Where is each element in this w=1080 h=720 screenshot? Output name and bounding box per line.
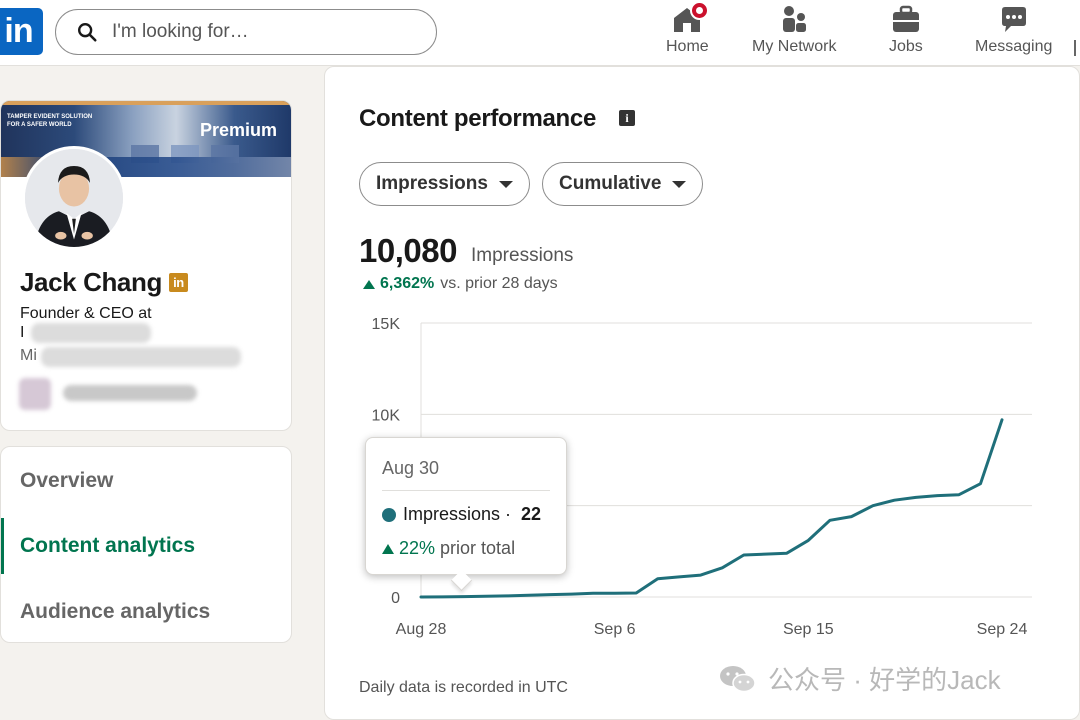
profile-headline: Founder & CEO at — [20, 305, 152, 322]
content-performance-panel: Content performance i Impressions Cumula… — [324, 66, 1080, 720]
search-icon — [78, 23, 97, 42]
network-icon — [778, 4, 810, 34]
redacted-company — [31, 323, 151, 343]
tooltip-date: Aug 30 — [382, 458, 440, 478]
impressions-line-chart[interactable]: 0 10K 15K Aug 28 Sep 6 Sep 15 Sep 24 — [325, 67, 1079, 667]
tooltip-delta-value: 22% — [399, 538, 436, 558]
top-navigation: in Home My Network — [0, 0, 1080, 66]
avatar[interactable] — [22, 146, 126, 250]
tooltip-series-name: Impressions — [403, 504, 501, 524]
search-input[interactable] — [112, 21, 412, 43]
analytics-side-nav: Overview Content analytics Audience anal… — [0, 446, 292, 643]
tooltip-delta-row: 22% prior total — [382, 538, 515, 559]
nav-jobs[interactable]: Jobs — [889, 4, 923, 62]
trend-up-icon — [382, 543, 394, 554]
y-tick-label: 10K — [372, 407, 401, 424]
home-icon — [671, 1, 710, 34]
x-tick-label: Sep 15 — [783, 621, 834, 638]
tooltip-series-value: 22 — [521, 504, 542, 524]
nav-my-network[interactable]: My Network — [752, 4, 836, 62]
premium-badge-icon: in — [168, 273, 188, 292]
notification-dot — [690, 1, 710, 20]
messaging-icon — [998, 4, 1030, 34]
series-dot-icon — [382, 507, 396, 522]
premium-label: Premium — [200, 120, 278, 140]
profile-name-text: Jack Chang — [20, 267, 162, 297]
y-tick-label: 0 — [391, 590, 400, 607]
profile-company: I — [20, 324, 25, 341]
redacted-company-name — [63, 385, 197, 401]
side-item-audience-analytics[interactable]: Audience analytics — [1, 584, 292, 640]
profile-card[interactable]: TAMPER EVIDENT SOLUTION FOR A SAFER WORL… — [0, 100, 292, 431]
nav-jobs-label: Jobs — [889, 38, 923, 55]
redacted-company-logo — [19, 378, 51, 410]
nav-my-network-label: My Network — [752, 38, 837, 55]
nav-home-label: Home — [666, 38, 709, 55]
nav-overflow-edge — [1074, 40, 1076, 56]
linkedin-logo[interactable]: in — [0, 8, 43, 55]
profile-location: Mi — [20, 347, 37, 364]
x-tick-label: Sep 24 — [977, 621, 1028, 638]
banner-text: TAMPER EVIDENT SOLUTION FOR A SAFER WORL… — [7, 114, 93, 128]
profile-name[interactable]: Jack Chang in — [20, 267, 188, 298]
watermark-text: 公众号 · 好学的Jack — [768, 665, 1001, 695]
nav-messaging-label: Messaging — [975, 38, 1053, 55]
y-tick-label: 15K — [372, 316, 401, 333]
tooltip-delta-text: prior total — [440, 538, 516, 558]
chart-tooltip: Aug 30 Impressions · 22 22% prior total — [365, 437, 567, 575]
watermark: 公众号 · 好学的Jack — [718, 660, 1001, 697]
side-item-overview[interactable]: Overview — [1, 453, 292, 509]
search-bar[interactable] — [55, 9, 437, 55]
x-tick-label: Sep 6 — [594, 621, 636, 638]
x-tick-label: Aug 28 — [396, 621, 447, 638]
nav-messaging[interactable]: Messaging — [975, 4, 1052, 62]
redacted-location — [41, 347, 241, 367]
briefcase-icon — [890, 4, 922, 34]
footer-note: Daily data is recorded in UTC — [359, 679, 568, 696]
wechat-icon — [720, 665, 756, 692]
nav-home[interactable]: Home — [666, 1, 710, 62]
side-item-content-analytics[interactable]: Content analytics — [1, 518, 292, 574]
tooltip-series-row: Impressions · 22 — [382, 504, 541, 525]
